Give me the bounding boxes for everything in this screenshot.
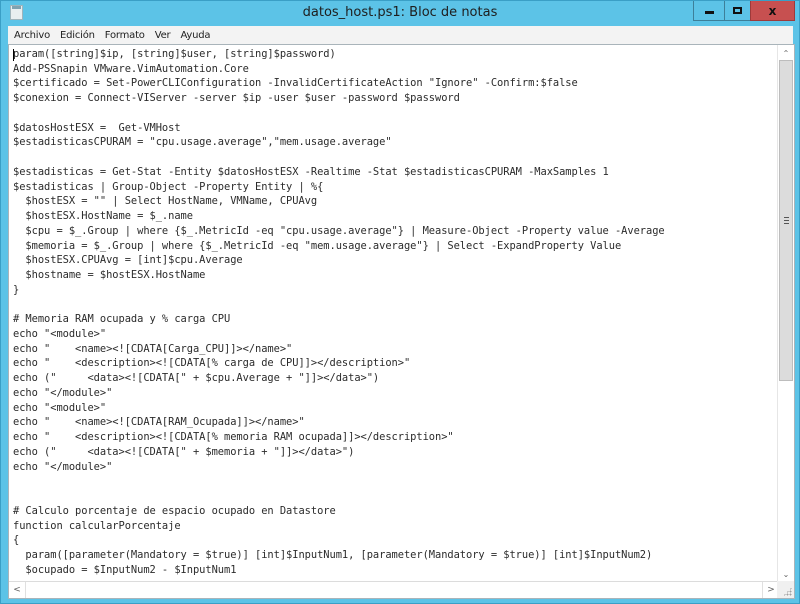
code-line: $certificado = Set-PowerCLIConfiguration… bbox=[13, 77, 578, 90]
code-line: echo " <description><![CDATA[% carga de … bbox=[13, 357, 411, 370]
horizontal-scrollbar[interactable]: < > bbox=[9, 581, 779, 598]
code-line: echo "</module>" bbox=[13, 386, 113, 399]
chevron-down-icon: ⌄ bbox=[782, 569, 790, 579]
maximize-button[interactable] bbox=[724, 1, 750, 21]
code-line: { bbox=[13, 534, 20, 547]
code-line: $cpu = $_.Group | where {$_.MetricId -eq… bbox=[13, 224, 665, 237]
code-line: echo "</module>" bbox=[13, 460, 113, 473]
maximize-icon bbox=[733, 7, 742, 14]
chevron-right-icon: > bbox=[767, 585, 775, 595]
code-line: ​ bbox=[13, 297, 665, 312]
menu-ver[interactable]: Ver bbox=[150, 30, 176, 41]
code-line: $hostESX.HostName = $_.name bbox=[13, 210, 193, 223]
code-line: echo " <description><![CDATA[% memoria R… bbox=[13, 431, 454, 444]
grip-icon bbox=[783, 217, 789, 224]
window-controls: x bbox=[693, 1, 795, 21]
menu-archivo[interactable]: Archivo bbox=[8, 30, 55, 41]
chevron-up-icon: ⌃ bbox=[782, 48, 790, 58]
code-line: $hostESX = "" | Select HostName, VMName,… bbox=[13, 195, 318, 208]
editor: param([string]$ip, [string]$user, [strin… bbox=[8, 44, 795, 599]
code-line: echo (" <data><![CDATA[" + $cpu.Average … bbox=[13, 372, 380, 385]
scrollbar-corner bbox=[777, 581, 794, 598]
code-line: ​ bbox=[13, 489, 665, 504]
window-title: datos_host.ps1: Bloc de notas bbox=[302, 5, 498, 20]
menu-formato[interactable]: Formato bbox=[100, 30, 150, 41]
code-line: echo "<module>" bbox=[13, 327, 107, 340]
close-button[interactable]: x bbox=[750, 1, 795, 21]
code-line: param([parameter(Mandatory = $true)] [in… bbox=[13, 548, 653, 561]
code-line: echo (" <data><![CDATA[" + $memoria + "]… bbox=[13, 445, 355, 458]
scroll-left-button[interactable]: < bbox=[9, 582, 26, 598]
code-line: $hostname = $hostESX.HostName bbox=[13, 269, 206, 282]
menu-ayuda[interactable]: Ayuda bbox=[175, 30, 215, 41]
chevron-left-icon: < bbox=[13, 585, 21, 595]
scroll-up-button[interactable]: ⌃ bbox=[778, 45, 794, 61]
code-line: $estadisticas = Get-Stat -Entity $datosH… bbox=[13, 165, 609, 178]
code-line: Add-PSSnapin VMware.VimAutomation.Core bbox=[13, 62, 249, 75]
code-line: echo "<module>" bbox=[13, 401, 107, 414]
code-line: $hostESX.CPUAvg = [int]$cpu.Average bbox=[13, 254, 243, 267]
code-line: $ocupado = $InputNum2 - $InputNum1 bbox=[13, 563, 237, 576]
code-line: } bbox=[13, 283, 20, 296]
vertical-scrollbar[interactable]: ⌃ ⌄ bbox=[777, 45, 794, 582]
text-area[interactable]: param([string]$ip, [string]$user, [strin… bbox=[9, 45, 779, 582]
code-line: $estadisticas | Group-Object -Property E… bbox=[13, 180, 324, 193]
code-line: $datosHostESX = Get-VMHost bbox=[13, 121, 181, 134]
code-line: function calcularPorcentaje bbox=[13, 519, 181, 532]
title-bar[interactable]: datos_host.ps1: Bloc de notas x bbox=[1, 1, 799, 26]
code-line: ​ bbox=[13, 106, 665, 121]
code-line: $estadisticasCPURAM = "cpu.usage.average… bbox=[13, 136, 392, 149]
code-lines: param([string]$ip, [string]$user, [strin… bbox=[13, 47, 665, 577]
code-line: echo " <name><![CDATA[RAM_Ocupada]]></na… bbox=[13, 416, 305, 429]
code-line: ​ bbox=[13, 150, 665, 165]
code-line: echo " <name><![CDATA[Carga_CPU]]></name… bbox=[13, 342, 293, 355]
vertical-scroll-thumb[interactable] bbox=[779, 60, 793, 381]
code-line: $conexion = Connect-VIServer -server $ip… bbox=[13, 92, 460, 105]
menu-edicion[interactable]: Edición bbox=[55, 30, 100, 41]
minimize-icon bbox=[704, 11, 714, 14]
code-line: ​ bbox=[13, 474, 665, 489]
notepad-window: datos_host.ps1: Bloc de notas x Archivo … bbox=[0, 0, 800, 604]
text-caret bbox=[13, 49, 14, 61]
code-line: # Calculo porcentaje de espacio ocupado … bbox=[13, 504, 336, 517]
code-line: $memoria = $_.Group | where {$_.MetricId… bbox=[13, 239, 622, 252]
close-icon: x bbox=[768, 3, 777, 18]
menu-bar: Archivo Edición Formato Ver Ayuda bbox=[8, 26, 793, 44]
code-line: param([string]$ip, [string]$user, [strin… bbox=[13, 48, 336, 60]
code-line: # Memoria RAM ocupada y % carga CPU bbox=[13, 313, 231, 326]
resize-grip-icon[interactable] bbox=[783, 587, 792, 596]
minimize-button[interactable] bbox=[693, 1, 724, 21]
scroll-down-button[interactable]: ⌄ bbox=[778, 566, 794, 582]
